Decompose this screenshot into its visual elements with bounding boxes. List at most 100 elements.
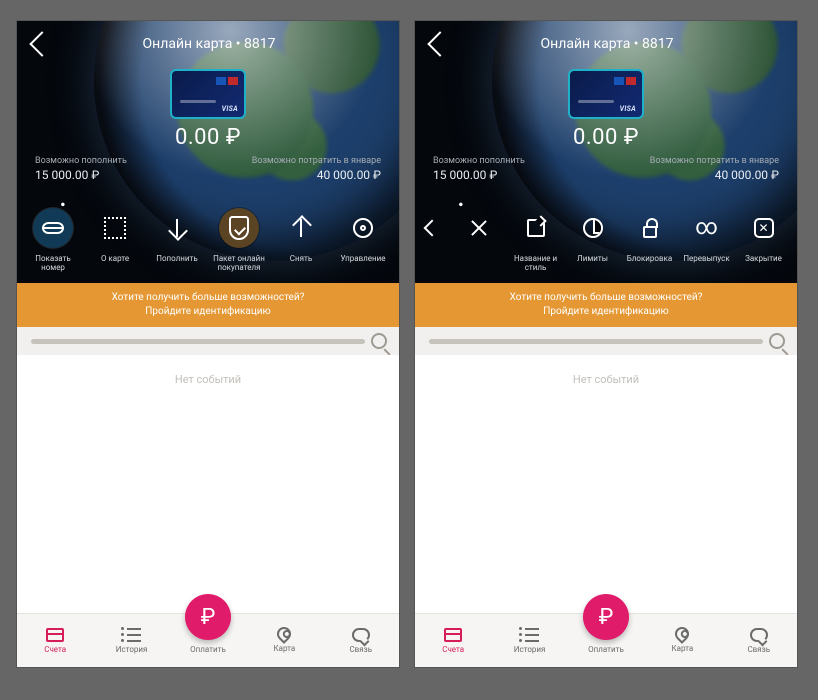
gear-icon bbox=[353, 218, 373, 238]
pay-fab[interactable]: ₽ bbox=[583, 594, 629, 640]
content-area: Нет событий bbox=[17, 355, 399, 613]
balance: 0.00 ₽ bbox=[415, 125, 797, 150]
eye-icon bbox=[42, 222, 64, 234]
card-thumbnail[interactable]: VISA bbox=[170, 69, 246, 119]
page-title: Онлайн карта • 8817 bbox=[33, 36, 385, 52]
limits-row: Возможно пополнить 15 000.00 ₽ Возможно … bbox=[17, 156, 399, 182]
action-topup[interactable]: Пополнить bbox=[147, 208, 207, 264]
action-scroll-left[interactable] bbox=[415, 208, 449, 254]
search-track bbox=[31, 339, 365, 344]
arrow-up-icon bbox=[300, 219, 302, 237]
pin-icon bbox=[672, 624, 692, 644]
lock-icon bbox=[643, 226, 657, 238]
bottom-nav: ₽ Счета История Оплатить Карта Связь bbox=[415, 613, 797, 667]
spend-label: Возможно потратить в январе bbox=[252, 156, 381, 166]
arrow-down-icon bbox=[176, 219, 178, 237]
action-block[interactable]: Блокировка bbox=[622, 208, 677, 264]
screen-right: Онлайн карта • 8817 VISA 0.00 ₽ Возможно… bbox=[414, 20, 798, 668]
action-withdraw[interactable]: Снять bbox=[271, 208, 331, 264]
card-brand: VISA bbox=[222, 105, 238, 113]
limits-row: Возможно пополнить 15 000.00 ₽ Возможно … bbox=[415, 156, 797, 182]
tab-label: Связь bbox=[349, 645, 372, 654]
action-show-number[interactable]: Показать номер bbox=[23, 208, 83, 273]
topup-value: 15 000.00 ₽ bbox=[433, 168, 497, 182]
search-bar[interactable] bbox=[415, 327, 797, 355]
tab-label: История bbox=[514, 645, 546, 654]
action-shopper-pack[interactable]: Пакет онлайн покупателя bbox=[209, 208, 269, 273]
topup-value: 15 000.00 ₽ bbox=[35, 168, 99, 182]
search-icon bbox=[371, 333, 387, 349]
tab-label: Карта bbox=[273, 644, 295, 653]
topup-label: Возможно пополнить bbox=[35, 156, 127, 166]
pay-fab[interactable]: ₽ bbox=[185, 594, 231, 640]
tab-accounts[interactable]: Счета bbox=[423, 628, 483, 654]
content-area: Нет событий bbox=[415, 355, 797, 613]
page-title: Онлайн карта • 8817 bbox=[431, 36, 783, 52]
action-limits[interactable]: Лимиты bbox=[565, 208, 620, 264]
action-label: О карте bbox=[101, 254, 129, 264]
tab-history[interactable]: История bbox=[500, 628, 560, 654]
empty-text: Нет событий bbox=[175, 373, 241, 386]
tab-map[interactable]: Карта bbox=[254, 629, 314, 653]
tab-label: Оплатить bbox=[588, 645, 624, 654]
banner-line2: Пройдите идентификацию bbox=[23, 305, 393, 319]
chevron-left-icon bbox=[424, 219, 441, 236]
topbar: Онлайн карта • 8817 bbox=[17, 21, 399, 67]
tab-label: Счета bbox=[44, 645, 66, 654]
promo-banner[interactable]: Хотите получить больше возможностей? Про… bbox=[415, 283, 797, 327]
tab-label: Связь bbox=[747, 645, 770, 654]
tab-accounts[interactable]: Счета bbox=[25, 628, 85, 654]
promo-banner[interactable]: Хотите получить больше возможностей? Про… bbox=[17, 283, 399, 327]
action-close-card[interactable]: ✕ Закрытие bbox=[736, 208, 791, 264]
ruble-icon: ₽ bbox=[201, 605, 216, 630]
search-icon bbox=[769, 333, 785, 349]
tab-contact[interactable]: Связь bbox=[331, 628, 391, 654]
action-manage[interactable]: Управление bbox=[333, 208, 393, 264]
pin-icon bbox=[274, 624, 294, 644]
action-reissue[interactable]: ∞ Перевыпуск bbox=[679, 208, 734, 264]
action-label: Показать номер bbox=[23, 254, 83, 273]
action-label: Пополнить bbox=[156, 254, 197, 264]
list-icon bbox=[521, 628, 539, 642]
action-row: Название и стиль Лимиты Блокировка ∞ Пер… bbox=[415, 208, 797, 273]
shield-icon bbox=[229, 216, 249, 240]
hero: Онлайн карта • 8817 VISA 0.00 ₽ Возможно… bbox=[17, 21, 399, 283]
hero: Онлайн карта • 8817 VISA 0.00 ₽ Возможно… bbox=[415, 21, 797, 283]
topup-label: Возможно пополнить bbox=[433, 156, 525, 166]
tab-contact[interactable]: Связь bbox=[729, 628, 789, 654]
banner-line2: Пройдите идентификацию bbox=[421, 305, 791, 319]
card-thumbnail[interactable]: VISA bbox=[568, 69, 644, 119]
action-label: Пакет онлайн покупателя bbox=[209, 254, 269, 273]
banner-line1: Хотите получить больше возможностей? bbox=[23, 291, 393, 305]
spend-value: 40 000.00 ₽ bbox=[317, 168, 381, 182]
action-label: Название и стиль bbox=[508, 254, 563, 273]
tab-label: Оплатить bbox=[190, 645, 226, 654]
card-icon bbox=[46, 628, 64, 642]
topbar: Онлайн карта • 8817 bbox=[415, 21, 797, 67]
action-close-menu[interactable] bbox=[451, 208, 506, 254]
close-icon bbox=[470, 219, 488, 237]
action-label: Снять bbox=[290, 254, 312, 264]
action-name-style[interactable]: Название и стиль bbox=[508, 208, 563, 273]
search-bar[interactable] bbox=[17, 327, 399, 355]
action-label: Управление bbox=[340, 254, 385, 264]
tab-map[interactable]: Карта bbox=[652, 629, 712, 653]
spend-value: 40 000.00 ₽ bbox=[715, 168, 779, 182]
tab-history[interactable]: История bbox=[102, 628, 162, 654]
balance: 0.00 ₽ bbox=[17, 125, 399, 150]
action-row: Показать номер О карте Пополнить Пакет о… bbox=[17, 208, 399, 273]
action-label: Перевыпуск bbox=[683, 254, 729, 264]
screen-left: Онлайн карта • 8817 VISA 0.00 ₽ Возможно… bbox=[16, 20, 400, 668]
list-icon bbox=[123, 628, 141, 642]
tab-label: Карта bbox=[671, 644, 693, 653]
infinity-icon: ∞ bbox=[695, 217, 718, 239]
action-about-card[interactable]: О карте bbox=[85, 208, 145, 264]
qr-icon bbox=[104, 217, 126, 239]
action-label: Закрытие bbox=[745, 254, 782, 264]
search-track bbox=[429, 339, 763, 344]
chat-icon bbox=[750, 628, 768, 642]
limits-icon bbox=[583, 218, 603, 238]
empty-text: Нет событий bbox=[573, 373, 639, 386]
tab-label: История bbox=[116, 645, 148, 654]
card-brand: VISA bbox=[620, 105, 636, 113]
